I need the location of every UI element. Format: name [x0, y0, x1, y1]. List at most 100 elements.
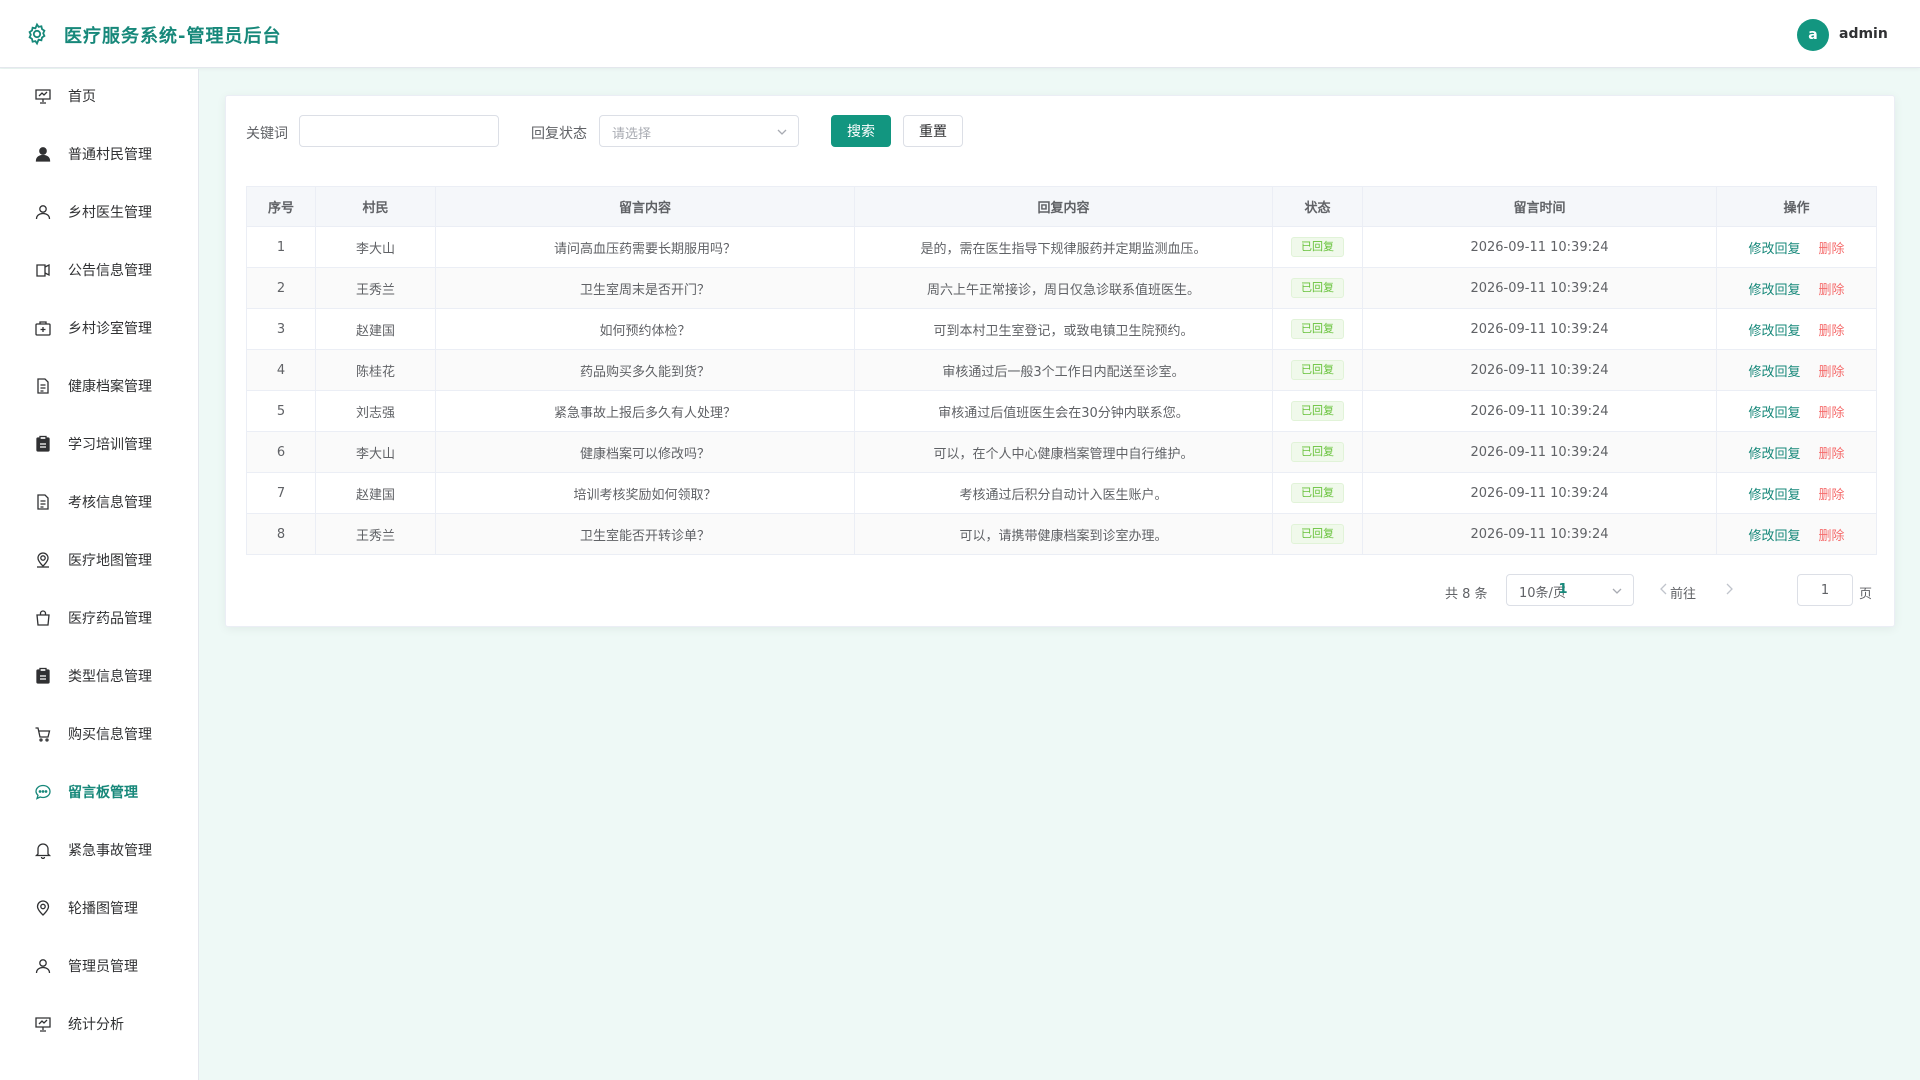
- delete-button[interactable]: 删除: [1819, 447, 1845, 462]
- status-select[interactable]: 请选择: [599, 115, 799, 147]
- col-header-time: 留言时间: [1362, 186, 1717, 227]
- cell-time: 2026-09-11 10:39:24: [1362, 472, 1717, 514]
- search-button[interactable]: 搜索: [831, 115, 891, 147]
- edit-reply-button[interactable]: 修改回复: [1748, 406, 1800, 421]
- cell-reply: 可以，请携带健康档案到诊室办理。: [854, 513, 1273, 555]
- status-badge: 已回复: [1291, 524, 1344, 544]
- cell-actions: 修改回复 删除: [1716, 349, 1877, 391]
- cell-actions: 修改回复 删除: [1716, 308, 1877, 350]
- status-badge: 已回复: [1291, 278, 1344, 298]
- sidebar-item-label: 考核信息管理: [68, 495, 152, 511]
- document-icon: [37, 494, 49, 510]
- edit-reply-button[interactable]: 修改回复: [1748, 242, 1800, 257]
- cell-reply: 是的，需在医生指导下规律服药并定期监测血压。: [854, 226, 1273, 268]
- goto-label: 前往: [1670, 587, 1697, 602]
- sidebar-item-16[interactable]: 统计分析: [0, 1004, 198, 1044]
- sidebar-item-label: 统计分析: [68, 1017, 124, 1033]
- cell-time: 2026-09-11 10:39:24: [1362, 267, 1717, 309]
- username[interactable]: admin: [1839, 26, 1888, 42]
- sidebar-item-label: 紧急事故管理: [68, 843, 152, 859]
- table-row: 3 赵建国 如何预约体检？ 可到本村卫生室登记，或致电镇卫生院预约。 已回复 2026-0…: [246, 308, 1877, 350]
- edit-reply-button[interactable]: 修改回复: [1748, 283, 1800, 298]
- avatar[interactable]: a: [1797, 19, 1829, 51]
- user-filled-icon: [35, 147, 51, 162]
- sidebar-item-11[interactable]: 购买信息管理: [0, 714, 198, 754]
- sidebar-item-8[interactable]: 医疗地图管理: [0, 540, 198, 580]
- notice-icon: [36, 263, 50, 277]
- cell-status: 已回复: [1272, 472, 1363, 514]
- content-card: 关键词 回复状态 请选择 搜索 重置 序号 村民 留言内容 回复内容 状态 留言…: [225, 95, 1895, 627]
- cell-villager: 赵建国: [315, 308, 436, 350]
- edit-reply-button[interactable]: 修改回复: [1748, 365, 1800, 380]
- sidebar-item-label: 普通村民管理: [68, 147, 152, 163]
- keyword-input[interactable]: [299, 115, 499, 147]
- edit-reply-button[interactable]: 修改回复: [1748, 447, 1800, 462]
- reset-button[interactable]: 重置: [903, 115, 963, 147]
- sidebar-item-14[interactable]: 轮播图管理: [0, 888, 198, 928]
- sidebar-item-9[interactable]: 医疗药品管理: [0, 598, 198, 638]
- cell-status: 已回复: [1272, 390, 1363, 432]
- delete-button[interactable]: 删除: [1819, 324, 1845, 339]
- delete-button[interactable]: 删除: [1819, 242, 1845, 257]
- sidebar-item-6[interactable]: 学习培训管理: [0, 424, 198, 464]
- sidebar-item-13[interactable]: 紧急事故管理: [0, 830, 198, 870]
- cell-time: 2026-09-11 10:39:24: [1362, 513, 1717, 555]
- cell-actions: 修改回复 删除: [1716, 431, 1877, 473]
- sidebar-item-5[interactable]: 健康档案管理: [0, 366, 198, 406]
- table-row: 2 王秀兰 卫生室周末是否开门？ 周六上午正常接诊，周日仅急诊联系值班医生。 已回复 20…: [246, 267, 1877, 309]
- sidebar-item-12[interactable]: 留言板管理: [0, 772, 198, 812]
- col-header-villager: 村民: [315, 186, 436, 227]
- cell-message: 请问高血压药需要长期服用吗？: [435, 226, 855, 268]
- cell-reply: 考核通过后积分自动计入医生账户。: [854, 472, 1273, 514]
- edit-reply-button[interactable]: 修改回复: [1748, 324, 1800, 339]
- cell-villager: 王秀兰: [315, 513, 436, 555]
- delete-button[interactable]: 删除: [1819, 529, 1845, 544]
- col-header-reply: 回复内容: [854, 186, 1273, 227]
- edit-reply-button[interactable]: 修改回复: [1748, 488, 1800, 503]
- sidebar-item-10[interactable]: 类型信息管理: [0, 656, 198, 696]
- cell-status: 已回复: [1272, 267, 1363, 309]
- goto-page-input[interactable]: [1797, 574, 1853, 606]
- cell-villager: 刘志强: [315, 390, 436, 432]
- cell-time: 2026-09-11 10:39:24: [1362, 390, 1717, 432]
- page-number-current[interactable]: 1: [1549, 582, 1577, 597]
- cell-message: 药品购买多久能到货？: [435, 349, 855, 391]
- sidebar-item-label: 医疗地图管理: [68, 553, 152, 569]
- sidebar-item-label: 购买信息管理: [68, 727, 152, 743]
- shopping-cart-icon: [35, 727, 51, 742]
- gear-icon: [28, 22, 46, 46]
- sidebar-item-7[interactable]: 考核信息管理: [0, 482, 198, 522]
- sidebar-item-1[interactable]: 普通村民管理: [0, 134, 198, 174]
- delete-button[interactable]: 删除: [1819, 283, 1845, 298]
- sidebar-item-2[interactable]: 乡村医生管理: [0, 192, 198, 232]
- cell-no: 8: [246, 513, 316, 555]
- sidebar-item-label: 医疗药品管理: [68, 611, 152, 627]
- cell-reply: 审核通过后一般3个工作日内配送至诊室。: [854, 349, 1273, 391]
- cell-no: 1: [246, 226, 316, 268]
- status-badge: 已回复: [1291, 360, 1344, 380]
- sidebar-item-3[interactable]: 公告信息管理: [0, 250, 198, 290]
- cell-villager: 王秀兰: [315, 267, 436, 309]
- edit-reply-button[interactable]: 修改回复: [1748, 529, 1800, 544]
- message-table: 序号 村民 留言内容 回复内容 状态 留言时间 操作 1 李大山 请问高血压药需要长…: [246, 186, 1877, 555]
- delete-button[interactable]: 删除: [1819, 488, 1845, 503]
- map-location-icon: [37, 552, 49, 568]
- cell-no: 6: [246, 431, 316, 473]
- delete-button[interactable]: 删除: [1819, 365, 1845, 380]
- dashboard-icon: [35, 89, 51, 104]
- cell-time: 2026-09-11 10:39:24: [1362, 226, 1717, 268]
- cell-message: 卫生室能否开转诊单？: [435, 513, 855, 555]
- cell-status: 已回复: [1272, 308, 1363, 350]
- sidebar-item-0[interactable]: 首页: [0, 76, 198, 116]
- cell-message: 紧急事故上报后多久有人处理？: [435, 390, 855, 432]
- next-page-icon[interactable]: [1721, 581, 1737, 597]
- cell-no: 5: [246, 390, 316, 432]
- cell-reply: 周六上午正常接诊，周日仅急诊联系值班医生。: [854, 267, 1273, 309]
- status-select-placeholder: 请选择: [612, 127, 652, 142]
- sidebar-item-4[interactable]: 乡村诊室管理: [0, 308, 198, 348]
- sidebar-item-15[interactable]: 管理员管理: [0, 946, 198, 986]
- col-header-message: 留言内容: [435, 186, 855, 227]
- delete-button[interactable]: 删除: [1819, 406, 1845, 421]
- cell-villager: 李大山: [315, 226, 436, 268]
- table-row: 1 李大山 请问高血压药需要长期服用吗？ 是的，需在医生指导下规律服药并定期监测血压。…: [246, 226, 1877, 268]
